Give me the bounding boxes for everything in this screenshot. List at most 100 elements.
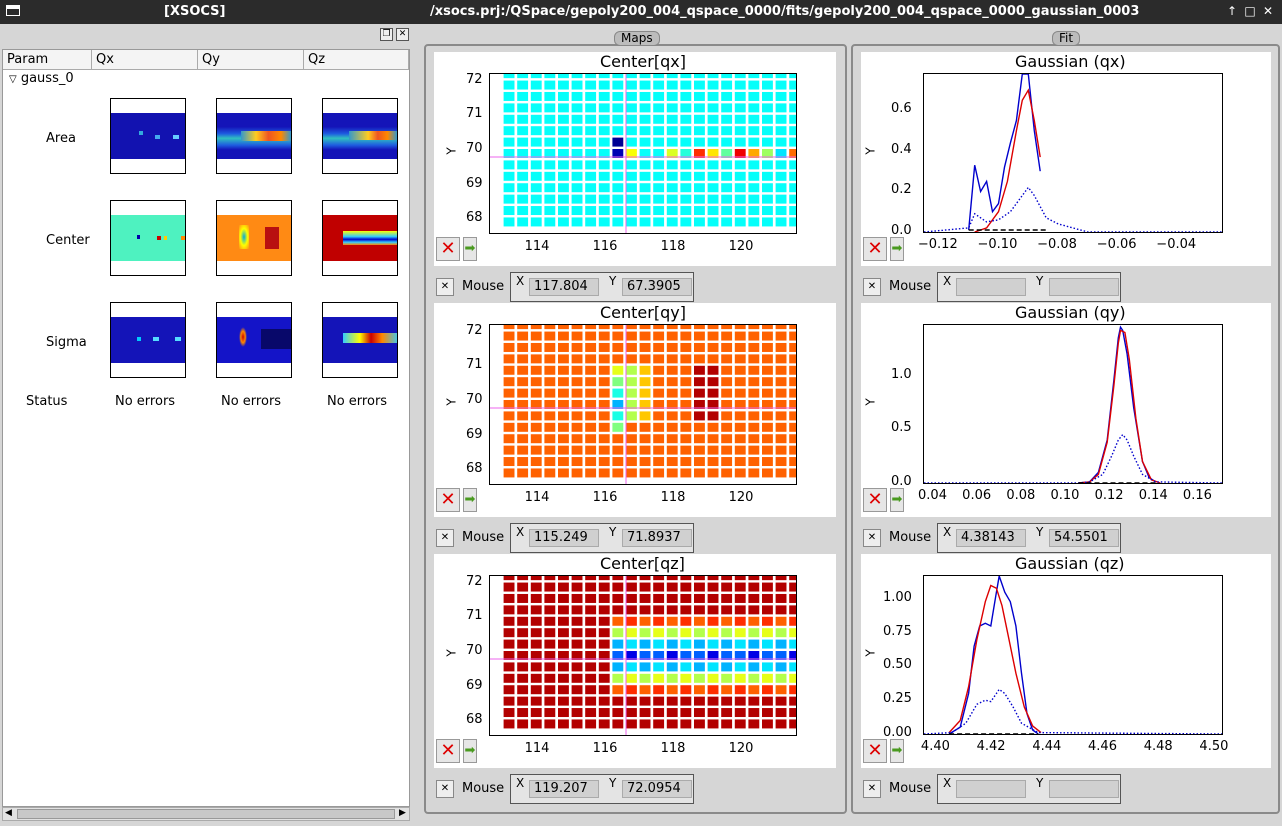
mouse-readout-close-icon[interactable]: ✕ [436, 529, 454, 547]
mouse-readout-close-icon[interactable]: ✕ [436, 278, 454, 296]
app-window-icon[interactable] [6, 5, 20, 16]
map-axes[interactable] [489, 73, 797, 234]
map-pixel [734, 342, 746, 352]
map-pixel [598, 708, 610, 718]
fit-axes[interactable] [923, 73, 1223, 233]
map-pixel [734, 445, 746, 455]
map-pixel [558, 91, 569, 101]
column-header-qy[interactable]: Qy [198, 50, 304, 70]
map-pixel [762, 457, 773, 467]
map-pixel [694, 171, 705, 181]
fit-axes[interactable] [923, 324, 1223, 484]
map-pixel [680, 708, 692, 718]
map-axes[interactable] [489, 575, 797, 736]
clear-plot-icon[interactable]: ✕ [436, 488, 460, 512]
thumbnail-area-qx[interactable] [110, 98, 186, 174]
map-pixel [789, 696, 796, 706]
map-pixel [503, 183, 515, 193]
map-pixel [626, 354, 637, 364]
map-pixel [694, 114, 705, 124]
thumbnail-sigma-qx[interactable] [110, 302, 186, 378]
column-header-param[interactable]: Param [3, 50, 92, 70]
map-pixel [694, 685, 705, 695]
close-dock-icon[interactable]: ✕ [396, 28, 409, 41]
fit-axes[interactable] [923, 575, 1223, 735]
send-to-fit-icon[interactable]: ➡ [463, 237, 477, 261]
thumbnail-sigma-qy[interactable] [216, 302, 292, 378]
map-pixel [666, 217, 678, 227]
tree-item-gauss[interactable]: ▽ gauss_0 [9, 71, 74, 86]
send-to-fit-icon[interactable]: ➡ [890, 488, 904, 512]
horizontal-scrollbar[interactable]: ◀ ▶ [2, 807, 410, 821]
map-pixel [748, 673, 760, 683]
thumbnail-sigma-qz[interactable] [322, 302, 398, 378]
mouse-readout-close-icon[interactable]: ✕ [863, 780, 881, 798]
map-pixel [558, 126, 569, 136]
map-pixel [544, 422, 556, 432]
map-pixel [653, 719, 665, 729]
clear-plot-icon[interactable]: ✕ [436, 237, 460, 261]
map-pixel [530, 183, 542, 193]
fit-plot: Gaussian (qz) 4.40 4.42 4.44 4.46 4.48 4.50 1.0… [861, 554, 1271, 768]
map-pixel [612, 365, 624, 375]
map-pixel [626, 468, 637, 478]
mouse-readout-close-icon[interactable]: ✕ [436, 780, 454, 798]
mouse-y-value [1049, 278, 1119, 296]
thumbnail-center-qx[interactable] [110, 200, 186, 276]
window-up-icon[interactable]: ↑ [1224, 3, 1240, 20]
map-pixel [558, 342, 569, 352]
map-pixel [789, 445, 796, 455]
map-pixel [748, 388, 760, 398]
thumbnail-center-qz[interactable] [322, 200, 398, 276]
mouse-coordinates: X 115.249 Y 71.8937 [510, 523, 694, 553]
map-pixel [517, 639, 529, 649]
map-pixel [530, 365, 542, 375]
float-dock-icon[interactable]: ❐ [380, 28, 393, 41]
map-pixel [503, 206, 515, 216]
scrollbar-thumb[interactable] [17, 809, 395, 819]
map-pixel [530, 445, 542, 455]
column-header-qz[interactable]: Qz [304, 50, 409, 70]
send-to-fit-icon[interactable]: ➡ [463, 488, 477, 512]
clear-plot-icon[interactable]: ✕ [436, 739, 460, 763]
map-pixel [707, 605, 719, 615]
map-pixel [762, 605, 773, 615]
clear-plot-icon[interactable]: ✕ [863, 488, 887, 512]
thumbnail-area-qy[interactable] [216, 98, 292, 174]
map-pixel [585, 137, 597, 147]
map-pixel [530, 342, 542, 352]
column-header-qx[interactable]: Qx [92, 50, 198, 70]
mouse-readout-close-icon[interactable]: ✕ [863, 529, 881, 547]
send-to-fit-icon[interactable]: ➡ [463, 739, 477, 763]
map-pixel [680, 422, 692, 432]
window-maximize-icon[interactable]: □ [1242, 3, 1258, 20]
mouse-coordinates: X 119.207 Y 72.0954 [510, 774, 694, 804]
map-pixel [762, 377, 773, 387]
map-pixel [503, 576, 515, 581]
map-pixel [517, 206, 529, 216]
map-pixel [571, 582, 583, 592]
mouse-x-label: X [516, 274, 525, 288]
scroll-right-icon[interactable]: ▶ [399, 808, 406, 818]
send-to-fit-icon[interactable]: ➡ [890, 237, 904, 261]
map-pixel [585, 582, 597, 592]
thumbnail-area-qz[interactable] [322, 98, 398, 174]
map-axes[interactable] [489, 324, 797, 485]
map-pixel [558, 582, 569, 592]
map-pixel [585, 662, 597, 672]
y-tick-label: 69 [466, 677, 483, 693]
collapse-triangle-icon[interactable]: ▽ [9, 74, 17, 85]
map-pixel [789, 365, 796, 375]
window-close-icon[interactable]: ✕ [1260, 3, 1276, 20]
clear-plot-icon[interactable]: ✕ [863, 739, 887, 763]
y-tick-label: 70 [466, 141, 483, 157]
map-pixel [680, 377, 692, 387]
map-pixel [694, 616, 705, 626]
send-to-fit-icon[interactable]: ➡ [890, 739, 904, 763]
thumbnail-center-qy[interactable] [216, 200, 292, 276]
mouse-readout-close-icon[interactable]: ✕ [863, 278, 881, 296]
map-pixel [558, 639, 569, 649]
scroll-left-icon[interactable]: ◀ [5, 808, 12, 818]
map-pixel [666, 103, 678, 113]
clear-plot-icon[interactable]: ✕ [863, 237, 887, 261]
